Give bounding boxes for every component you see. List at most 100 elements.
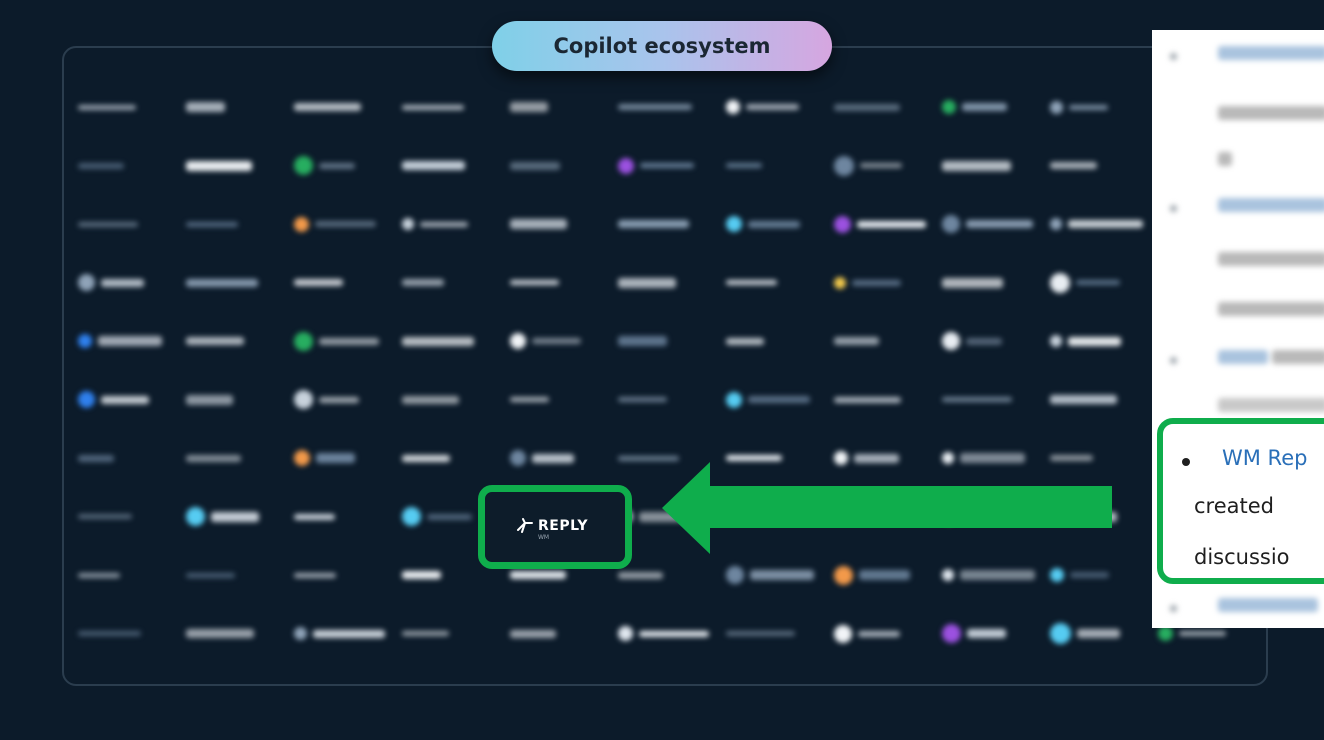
partner-logo-wordmark xyxy=(510,629,556,638)
partner-logo-wordmark xyxy=(1068,220,1143,228)
partner-logo xyxy=(294,564,384,586)
partner-logo xyxy=(1050,623,1140,645)
partner-logo xyxy=(510,213,600,235)
partner-logo-wordmark xyxy=(962,103,1007,111)
wm-reply-link[interactable]: WM Rep xyxy=(1222,446,1307,470)
partner-logo-wordmark xyxy=(834,396,901,403)
list-bullet xyxy=(1170,205,1177,212)
partner-logo xyxy=(942,96,1032,118)
partner-logo xyxy=(834,272,924,294)
partner-logo xyxy=(78,155,168,177)
ecosystem-title: Copilot ecosystem xyxy=(492,21,832,71)
partner-logo-mark xyxy=(834,155,854,176)
partner-logo xyxy=(294,213,384,235)
partner-logo-wordmark xyxy=(186,278,258,287)
partner-logo-wordmark xyxy=(1068,336,1121,346)
partner-logo-wordmark xyxy=(294,103,361,111)
list-bullet xyxy=(1182,458,1190,466)
partner-logo-wordmark xyxy=(510,219,567,229)
partner-logo-mark xyxy=(942,452,954,464)
partner-logo xyxy=(402,389,492,411)
partner-logo-wordmark xyxy=(1069,104,1108,110)
partner-logo-mark xyxy=(1158,626,1173,641)
partner-logo-wordmark xyxy=(402,104,464,110)
list-bullet xyxy=(1170,53,1177,60)
list-bullet xyxy=(1170,357,1177,364)
partner-logo-wordmark xyxy=(313,629,385,638)
partner-logo-wordmark xyxy=(942,397,1012,402)
partner-logo xyxy=(78,96,168,118)
partner-logo xyxy=(510,330,600,352)
partner-logo-wordmark xyxy=(726,631,795,636)
partner-logo-wordmark xyxy=(640,163,694,168)
list-bullet xyxy=(1170,605,1177,612)
partner-logo-wordmark xyxy=(1050,162,1097,169)
partner-logo-wordmark xyxy=(854,453,899,463)
partner-logo-wordmark xyxy=(510,397,549,402)
partner-logo-wordmark xyxy=(78,104,136,110)
partner-logo-wordmark xyxy=(1179,631,1226,636)
partner-logo-wordmark xyxy=(315,221,376,227)
partner-logo-mark xyxy=(294,156,313,175)
partner-logo-wordmark xyxy=(618,397,667,402)
partner-logo xyxy=(942,564,1035,586)
partner-logo-wordmark xyxy=(618,220,689,228)
partner-logo-wordmark xyxy=(211,511,259,522)
partner-logo xyxy=(78,213,168,235)
blurred-line xyxy=(1218,302,1324,316)
partner-logo-wordmark xyxy=(1077,629,1120,638)
partner-logo-mark xyxy=(834,276,846,289)
partner-logo xyxy=(834,155,924,177)
partner-logo-wordmark xyxy=(726,455,782,461)
partner-logo-wordmark xyxy=(402,336,474,346)
partner-logo-wordmark xyxy=(402,161,465,170)
partner-logo xyxy=(834,623,924,645)
partner-logo xyxy=(618,96,708,118)
partner-logo xyxy=(78,564,168,586)
document-line: discussio xyxy=(1194,545,1290,569)
partner-logo xyxy=(1050,155,1140,177)
partner-logo xyxy=(510,447,600,469)
partner-logo-wordmark xyxy=(101,278,144,287)
partner-logo xyxy=(402,447,492,469)
partner-logo xyxy=(510,272,600,294)
partner-logo xyxy=(294,447,384,469)
partner-logo-mark xyxy=(726,391,742,408)
partner-logo-wordmark xyxy=(78,221,138,227)
partner-logo xyxy=(834,447,924,469)
partner-logo-grid xyxy=(72,82,1240,672)
partner-logo-wordmark xyxy=(402,279,444,286)
partner-logo-mark xyxy=(618,626,633,641)
partner-logo xyxy=(942,447,1032,469)
partner-logo-wordmark xyxy=(750,570,814,580)
partner-logo xyxy=(510,623,600,645)
partner-logo-wordmark xyxy=(510,102,548,112)
partner-logo-wordmark xyxy=(510,571,566,579)
partner-logo-mark xyxy=(834,565,853,585)
partner-logo-wordmark xyxy=(402,454,450,462)
blurred-line xyxy=(1218,46,1324,60)
partner-logo-wordmark xyxy=(294,572,336,578)
partner-logo xyxy=(726,155,816,177)
partner-logo xyxy=(726,389,816,411)
partner-logo-wordmark xyxy=(186,394,233,405)
partner-logo xyxy=(510,155,600,177)
partner-logo xyxy=(402,213,492,235)
partner-logo xyxy=(294,389,384,411)
partner-logo xyxy=(726,623,816,645)
partner-logo xyxy=(942,155,1032,177)
partner-logo xyxy=(726,96,816,118)
partner-logo-mark xyxy=(1050,272,1070,293)
partner-logo-wordmark xyxy=(402,571,441,579)
partner-logo-wordmark xyxy=(319,162,355,169)
partner-logo-wordmark xyxy=(1070,572,1109,578)
partner-logo-mark xyxy=(510,450,526,466)
partner-logo xyxy=(942,623,1032,645)
partner-logo-wordmark xyxy=(101,395,149,404)
partner-logo xyxy=(942,272,1032,294)
partner-logo-mark xyxy=(1050,335,1062,347)
partner-logo xyxy=(1050,330,1140,352)
partner-logo xyxy=(1050,389,1140,411)
partner-logo xyxy=(726,564,816,586)
partner-logo-wordmark xyxy=(852,279,901,286)
